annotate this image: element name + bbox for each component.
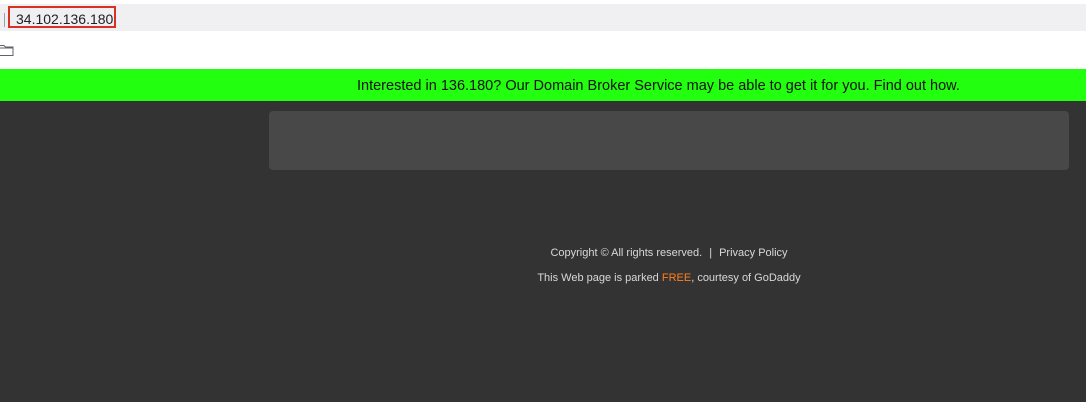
content-panel — [269, 111, 1069, 170]
domain-broker-banner: Interested in 136.180? Our Domain Broker… — [0, 69, 1086, 101]
footer-separator: | — [709, 247, 713, 259]
privacy-policy-link[interactable]: Privacy Policy — [719, 247, 787, 259]
footer-parked-line: This Web page is parked FREE, courtesy o… — [269, 271, 1069, 285]
url-field[interactable]: 34.102.136.180 — [0, 4, 1086, 31]
url-field-edge — [4, 13, 5, 27]
copyright-text: Copyright © All rights reserved. — [550, 247, 703, 259]
domain-broker-link[interactable]: Interested in 136.180? Our Domain Broker… — [357, 77, 960, 95]
footer-copyright-line: Copyright © All rights reserved. | Privacy… — [269, 246, 1069, 260]
browser-address-bar: 34.102.136.180 — [0, 0, 1086, 32]
url-highlight-box[interactable]: 34.102.136.180 — [8, 6, 116, 28]
folder-icon[interactable] — [0, 43, 14, 57]
bookmarks-bar — [0, 32, 1086, 69]
url-text[interactable]: 34.102.136.180 — [16, 10, 113, 28]
free-link[interactable]: FREE — [662, 272, 691, 284]
parked-suffix-text: , courtesy of GoDaddy — [691, 272, 801, 284]
parked-prefix-text: This Web page is parked — [537, 272, 662, 284]
